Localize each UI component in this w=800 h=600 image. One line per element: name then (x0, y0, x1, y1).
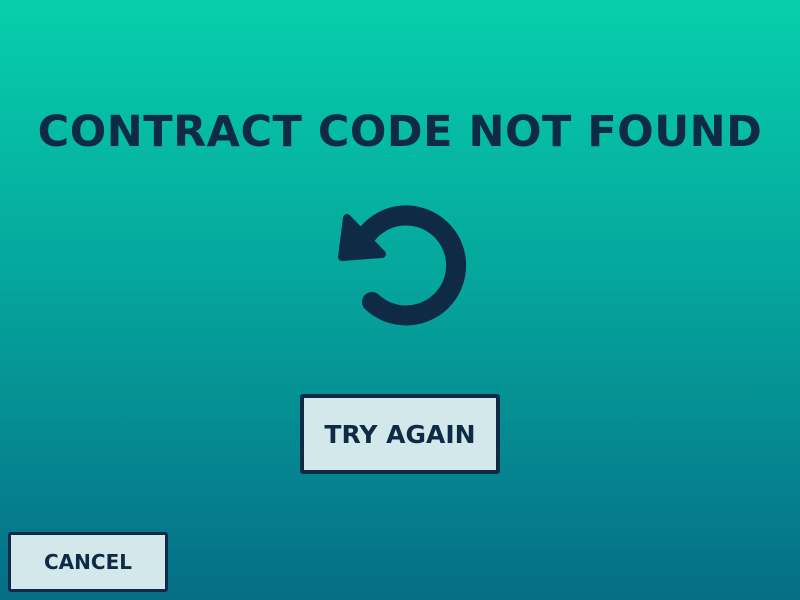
page-title: CONTRACT CODE NOT FOUND (37, 107, 763, 157)
retry-icon (338, 205, 467, 326)
try-again-button[interactable]: TRY AGAIN (300, 394, 500, 474)
cancel-button[interactable]: CANCEL (8, 532, 168, 592)
